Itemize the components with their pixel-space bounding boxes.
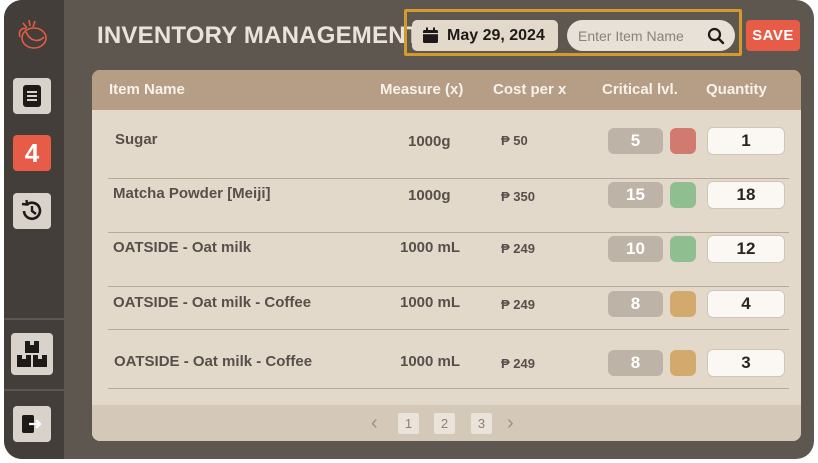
status-indicator bbox=[670, 182, 696, 208]
item-cost: ₱ 350 bbox=[501, 189, 535, 204]
sidebar: 4 bbox=[4, 0, 64, 459]
quantity-field[interactable]: 12 bbox=[707, 235, 785, 263]
column-header-critical[interactable]: Critical lvl. bbox=[602, 81, 678, 98]
item-name: OATSIDE - Oat milk - Coffee bbox=[114, 353, 313, 370]
page-title: INVENTORY MANAGEMENT bbox=[97, 22, 421, 49]
page-1-button[interactable]: 1 bbox=[398, 413, 419, 434]
table-body: Sugar 1000g ₱ 50 5 1 Matcha Powder [Meij… bbox=[92, 110, 801, 405]
page-3-button[interactable]: 3 bbox=[471, 413, 492, 434]
status-indicator bbox=[670, 291, 696, 317]
pagination: ‹ 1 2 3 › bbox=[92, 405, 801, 441]
table-row[interactable]: OATSIDE - Oat milk - Coffee 1000 mL ₱ 24… bbox=[92, 335, 801, 389]
search-input[interactable] bbox=[578, 27, 700, 44]
document-icon[interactable] bbox=[13, 78, 51, 114]
alerts-count: 4 bbox=[24, 137, 40, 168]
quantity-field[interactable]: 4 bbox=[707, 290, 785, 318]
critical-level: 8 bbox=[608, 350, 663, 376]
item-measure: 1000 mL bbox=[400, 353, 461, 370]
status-indicator bbox=[670, 236, 696, 262]
page-2-button[interactable]: 2 bbox=[434, 413, 455, 434]
search-box[interactable] bbox=[567, 20, 735, 51]
item-measure: 1000 mL bbox=[400, 294, 461, 311]
search-icon[interactable] bbox=[707, 27, 725, 45]
column-header-measure[interactable]: Measure (x) bbox=[380, 81, 463, 98]
item-name: Sugar bbox=[115, 131, 158, 148]
history-icon[interactable] bbox=[13, 193, 51, 229]
next-page-button[interactable]: › bbox=[507, 412, 514, 435]
app-window: 4 INVENTORY MANAGEMENT May 29, 2024 Ente… bbox=[4, 0, 814, 459]
table-row[interactable]: OATSIDE - Oat milk 1000 mL ₱ 249 10 12 bbox=[92, 220, 801, 274]
save-button[interactable]: SAVE bbox=[746, 20, 800, 51]
table-header: Item Name Measure (x) Cost per x Critica… bbox=[92, 70, 801, 110]
inventory-table: Item Name Measure (x) Cost per x Critica… bbox=[92, 70, 801, 441]
column-header-quantity[interactable]: Quantity bbox=[706, 81, 767, 98]
sidebar-divider bbox=[4, 318, 64, 320]
item-cost: ₱ 249 bbox=[501, 356, 535, 371]
item-name: OATSIDE - Oat milk - Coffee bbox=[113, 294, 312, 311]
sidebar-divider bbox=[4, 389, 64, 391]
status-indicator bbox=[670, 128, 696, 154]
alerts-count-button[interactable]: 4 bbox=[13, 135, 51, 171]
item-name: Matcha Powder [Meiji] bbox=[113, 185, 271, 202]
row-divider bbox=[108, 329, 789, 330]
quantity-field[interactable]: 3 bbox=[707, 349, 785, 377]
critical-level: 5 bbox=[608, 128, 663, 154]
quantity-field[interactable]: 1 bbox=[707, 127, 785, 155]
quantity-field[interactable]: 18 bbox=[707, 181, 785, 209]
logout-icon[interactable] bbox=[13, 406, 51, 442]
status-indicator bbox=[670, 350, 696, 376]
table-row[interactable]: Matcha Powder [Meiji] 1000g ₱ 350 15 18 bbox=[92, 165, 801, 219]
table-row[interactable]: OATSIDE - Oat milk - Coffee 1000 mL ₱ 24… bbox=[92, 275, 801, 329]
item-measure: 1000 mL bbox=[400, 239, 461, 256]
logo-icon bbox=[13, 14, 53, 54]
item-measure: 1000g bbox=[408, 187, 451, 204]
item-cost: ₱ 249 bbox=[501, 297, 535, 312]
table-row[interactable]: Sugar 1000g ₱ 50 5 1 bbox=[92, 110, 801, 164]
date-picker[interactable]: May 29, 2024 bbox=[412, 20, 558, 51]
inventory-icon[interactable] bbox=[11, 333, 53, 375]
calendar-icon bbox=[423, 27, 438, 43]
item-name: OATSIDE - Oat milk bbox=[113, 239, 252, 256]
prev-page-button[interactable]: ‹ bbox=[371, 412, 378, 435]
critical-level: 10 bbox=[608, 236, 663, 262]
item-cost: ₱ 249 bbox=[501, 241, 535, 256]
date-value: May 29, 2024 bbox=[447, 26, 545, 44]
item-measure: 1000g bbox=[408, 133, 451, 150]
critical-level: 8 bbox=[608, 291, 663, 317]
column-header-item-name[interactable]: Item Name bbox=[109, 81, 185, 98]
row-divider bbox=[108, 388, 789, 389]
item-cost: ₱ 50 bbox=[501, 133, 528, 148]
critical-level: 15 bbox=[608, 182, 663, 208]
column-header-cost[interactable]: Cost per x bbox=[493, 81, 566, 98]
